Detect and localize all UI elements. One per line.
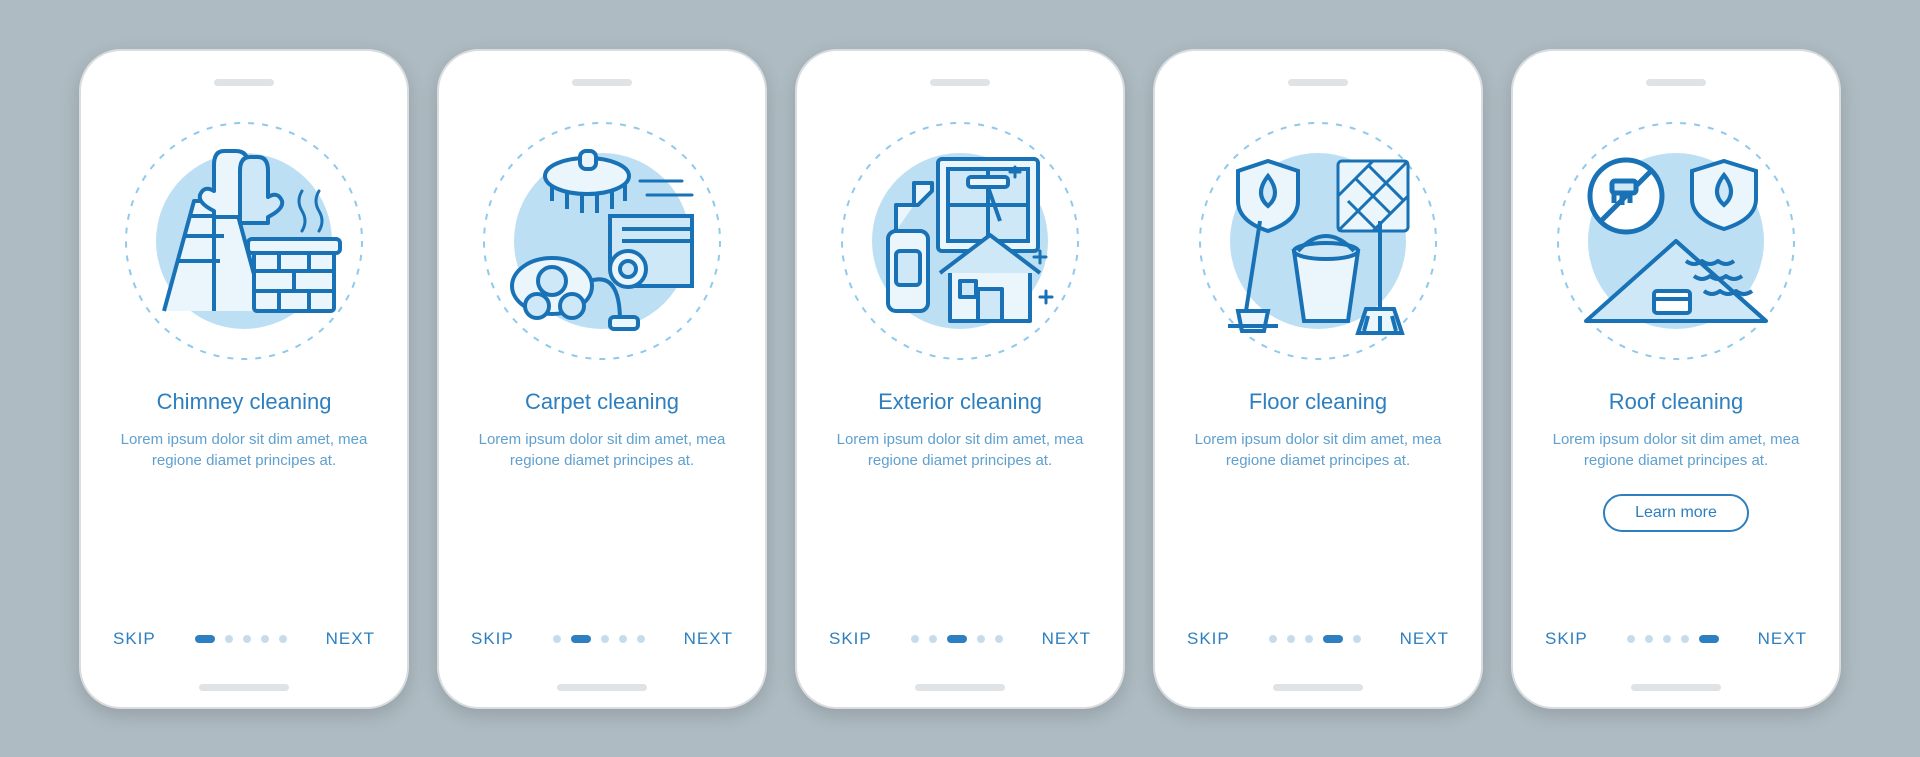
skip-button[interactable]: SKIP	[1187, 629, 1230, 649]
page-dot[interactable]	[1305, 635, 1313, 643]
skip-button[interactable]: SKIP	[1545, 629, 1588, 649]
page-dot[interactable]	[977, 635, 985, 643]
page-dot[interactable]	[261, 635, 269, 643]
onboarding-footer: SKIP NEXT	[797, 629, 1123, 649]
page-dot[interactable]	[1627, 635, 1635, 643]
next-button[interactable]: NEXT	[684, 629, 733, 649]
page-dot[interactable]	[929, 635, 937, 643]
home-indicator	[199, 684, 289, 691]
phone-screen-roof: Roof cleaning Lorem ipsum dolor sit dim …	[1511, 49, 1841, 709]
onboarding-footer: SKIP NEXT	[439, 629, 765, 649]
home-indicator	[915, 684, 1005, 691]
page-indicator	[195, 635, 287, 643]
page-dot[interactable]	[279, 635, 287, 643]
skip-button[interactable]: SKIP	[471, 629, 514, 649]
page-dot[interactable]	[637, 635, 645, 643]
page-dot[interactable]	[1681, 635, 1689, 643]
chimney-cleaning-icon	[124, 121, 364, 361]
screen-title: Exterior cleaning	[878, 389, 1042, 415]
screen-title: Floor cleaning	[1249, 389, 1387, 415]
home-indicator	[1631, 684, 1721, 691]
floor-cleaning-icon	[1198, 121, 1438, 361]
roof-cleaning-icon	[1556, 121, 1796, 361]
next-button[interactable]: NEXT	[1042, 629, 1091, 649]
next-button[interactable]: NEXT	[326, 629, 375, 649]
phone-screen-exterior: Exterior cleaning Lorem ipsum dolor sit …	[795, 49, 1125, 709]
phone-speaker	[572, 79, 632, 86]
onboarding-footer: SKIP NEXT	[1513, 629, 1839, 649]
page-dot[interactable]	[947, 635, 967, 643]
phone-screen-carpet: Carpet cleaning Lorem ipsum dolor sit di…	[437, 49, 767, 709]
skip-button[interactable]: SKIP	[113, 629, 156, 649]
phone-speaker	[1288, 79, 1348, 86]
screen-description: Lorem ipsum dolor sit dim amet, mea regi…	[830, 429, 1090, 473]
page-dot[interactable]	[195, 635, 215, 643]
learn-more-button[interactable]: Learn more	[1603, 494, 1749, 532]
page-dot[interactable]	[1287, 635, 1295, 643]
page-dot[interactable]	[1323, 635, 1343, 643]
next-button[interactable]: NEXT	[1400, 629, 1449, 649]
page-dot[interactable]	[553, 635, 561, 643]
exterior-cleaning-icon	[840, 121, 1080, 361]
screen-description: Lorem ipsum dolor sit dim amet, mea regi…	[1546, 429, 1806, 473]
page-dot[interactable]	[1663, 635, 1671, 643]
page-dot[interactable]	[1699, 635, 1719, 643]
home-indicator	[557, 684, 647, 691]
onboarding-footer: SKIP NEXT	[1155, 629, 1481, 649]
phone-screen-floor: Floor cleaning Lorem ipsum dolor sit dim…	[1153, 49, 1483, 709]
page-dot[interactable]	[995, 635, 1003, 643]
skip-button[interactable]: SKIP	[829, 629, 872, 649]
screen-title: Chimney cleaning	[157, 389, 332, 415]
phone-screen-chimney: Chimney cleaning Lorem ipsum dolor sit d…	[79, 49, 409, 709]
screen-description: Lorem ipsum dolor sit dim amet, mea regi…	[1188, 429, 1448, 473]
page-dot[interactable]	[911, 635, 919, 643]
page-dot[interactable]	[1269, 635, 1277, 643]
phone-speaker	[930, 79, 990, 86]
page-dot[interactable]	[601, 635, 609, 643]
onboarding-footer: SKIP NEXT	[81, 629, 407, 649]
phone-speaker	[214, 79, 274, 86]
page-dot[interactable]	[1645, 635, 1653, 643]
page-indicator	[911, 635, 1003, 643]
next-button[interactable]: NEXT	[1758, 629, 1807, 649]
page-dot[interactable]	[571, 635, 591, 643]
page-indicator	[1627, 635, 1719, 643]
page-dot[interactable]	[1353, 635, 1361, 643]
page-indicator	[553, 635, 645, 643]
page-dot[interactable]	[243, 635, 251, 643]
page-dot[interactable]	[225, 635, 233, 643]
page-indicator	[1269, 635, 1361, 643]
screen-title: Roof cleaning	[1609, 389, 1744, 415]
home-indicator	[1273, 684, 1363, 691]
carpet-cleaning-icon	[482, 121, 722, 361]
phone-speaker	[1646, 79, 1706, 86]
screen-description: Lorem ipsum dolor sit dim amet, mea regi…	[114, 429, 374, 473]
page-dot[interactable]	[619, 635, 627, 643]
screen-description: Lorem ipsum dolor sit dim amet, mea regi…	[472, 429, 732, 473]
screen-title: Carpet cleaning	[525, 389, 679, 415]
onboarding-screens-row: Chimney cleaning Lorem ipsum dolor sit d…	[50, 29, 1870, 729]
